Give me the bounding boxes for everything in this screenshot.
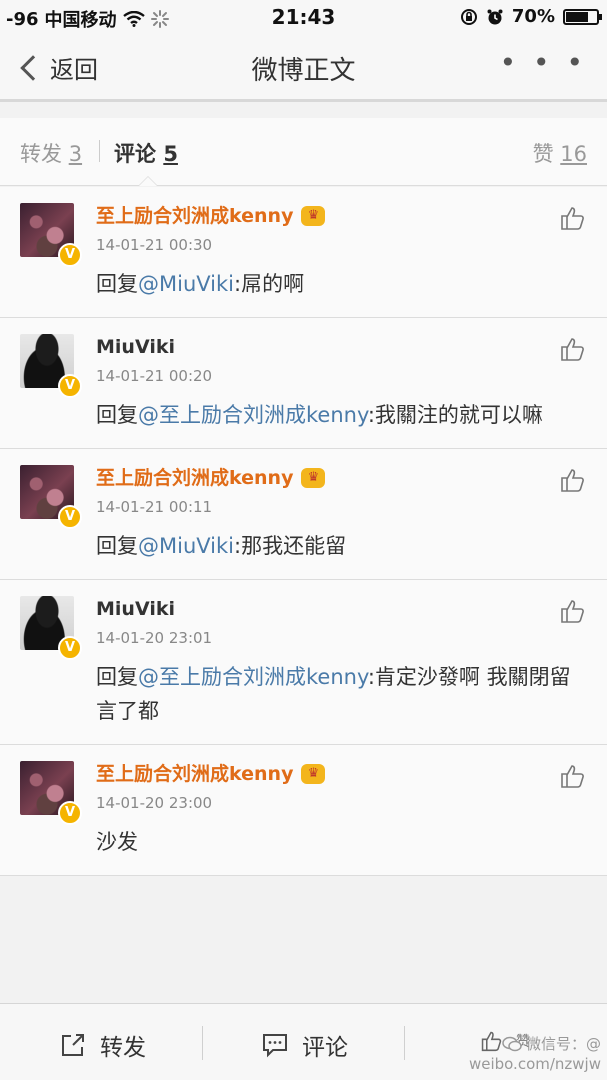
tab-comment[interactable]: 评论 5: [114, 138, 178, 168]
comment-timestamp: 14-01-20 23:00: [96, 794, 213, 812]
navigation-bar: 返回 微博正文 • • •: [0, 36, 607, 102]
thumbs-up-icon[interactable]: [559, 467, 585, 493]
tab-forward-count: 3: [68, 142, 83, 166]
avatar[interactable]: V: [20, 465, 82, 529]
tab-forward[interactable]: 转发 3: [20, 138, 82, 168]
comment-text: 沙发: [96, 825, 583, 859]
comment-author-name: MiuViki: [96, 336, 175, 358]
tab-comment-label: 评论: [114, 142, 156, 166]
mention-link[interactable]: @至上励合刘洲成kenny: [138, 665, 368, 689]
watermark: 微信号：@ weibo.com/nzwjw: [469, 1034, 601, 1074]
reply-prefix: 回复: [96, 665, 138, 689]
comment-author[interactable]: MiuViki: [96, 596, 607, 622]
vip-crown-icon: ♛: [301, 764, 326, 784]
wechat-icon: [502, 1036, 522, 1052]
comment-item[interactable]: V MiuViki 14-01-21 00:20 回复@至上励合刘洲成kenny:我關…: [0, 318, 607, 449]
comment-timestamp: 14-01-21 00:11: [96, 498, 213, 516]
reply-prefix: 回复: [96, 272, 138, 296]
post-tabs: 转发 3 评论 5 赞 16: [0, 118, 607, 186]
comment-timestamp: 14-01-20 23:01: [96, 629, 213, 647]
comment-author-name: 至上励合刘洲成kenny: [96, 205, 294, 227]
watermark-text-2: weibo.com/nzwjw: [468, 1055, 601, 1073]
watermark-text-1: 微信号：@: [525, 1035, 601, 1053]
comment-author-name: 至上励合刘洲成kenny: [96, 467, 294, 489]
comment-item[interactable]: V 至上励合刘洲成kenny ♛ 14-01-21 00:11 回复@MiuViki:那…: [0, 449, 607, 580]
avatar[interactable]: V: [20, 334, 82, 398]
forward-button[interactable]: 转发: [60, 1028, 146, 1062]
comment-author[interactable]: 至上励合刘洲成kenny ♛: [96, 203, 607, 229]
comment-text: 回复@至上励合刘洲成kenny:我關注的就可以嘛: [96, 398, 583, 432]
thumbs-up-icon[interactable]: [559, 205, 585, 231]
status-bar: -96 中国移动 21:43 70%: [0, 0, 607, 36]
toolbar-divider: [202, 1026, 203, 1060]
alarm-icon: [487, 9, 503, 24]
more-options-button[interactable]: • • •: [500, 46, 587, 79]
vip-crown-icon: ♛: [301, 206, 326, 226]
thumbs-up-icon[interactable]: [559, 598, 585, 624]
comment-timestamp: 14-01-21 00:30: [96, 236, 213, 254]
verified-badge-icon: V: [58, 505, 82, 529]
comment-button-label: 评论: [302, 1035, 348, 1061]
comment-icon: [263, 1034, 287, 1058]
reply-prefix: 回复: [96, 534, 138, 558]
tab-like-count: 16: [560, 142, 587, 166]
comment-body: 沙发: [96, 830, 138, 854]
comment-text: 回复@MiuViki:那我还能留: [96, 529, 583, 563]
battery-percent: 70%: [511, 6, 555, 27]
verified-badge-icon: V: [58, 374, 82, 398]
avatar[interactable]: V: [20, 761, 82, 825]
reply-prefix: 回复: [96, 403, 138, 427]
comment-item[interactable]: V 至上励合刘洲成kenny ♛ 14-01-20 23:00 沙发: [0, 745, 607, 876]
vip-crown-icon: ♛: [301, 468, 326, 488]
tab-like-label: 赞: [532, 142, 554, 166]
thumbs-up-icon[interactable]: [559, 336, 585, 362]
comment-author-name: MiuViki: [96, 598, 175, 620]
mention-link[interactable]: @至上励合刘洲成kenny: [138, 403, 368, 427]
mention-link[interactable]: @MiuViki: [138, 534, 234, 558]
avatar[interactable]: V: [20, 596, 82, 660]
comment-body: :那我还能留: [234, 534, 347, 558]
toolbar-divider: [404, 1026, 405, 1060]
battery-icon: [563, 8, 602, 25]
bottom-toolbar: 转发 评论 赞 微信号：@ weibo.com/nzwjw: [0, 1003, 607, 1080]
active-tab-indicator: [138, 176, 158, 186]
mention-link[interactable]: @MiuViki: [138, 272, 234, 296]
avatar[interactable]: V: [20, 203, 82, 267]
comment-text: 回复@MiuViki:屌的啊: [96, 267, 583, 301]
orientation-lock-icon: [460, 8, 477, 25]
comment-author[interactable]: 至上励合刘洲成kenny ♛: [96, 465, 607, 491]
watermark-line-1: 微信号：@: [469, 1034, 601, 1054]
comment-item[interactable]: V MiuViki 14-01-20 23:01 回复@至上励合刘洲成kenny:肯定…: [0, 580, 607, 745]
comment-author[interactable]: MiuViki: [96, 334, 607, 360]
comment-author-name: 至上励合刘洲成kenny: [96, 763, 294, 785]
tab-divider: [99, 140, 100, 162]
status-bar-right: 70%: [460, 6, 602, 27]
comment-item[interactable]: V 至上励合刘洲成kenny ♛ 14-01-21 00:30 回复@MiuViki:屌…: [0, 187, 607, 318]
verified-badge-icon: V: [58, 801, 82, 825]
comment-body: :屌的啊: [234, 272, 305, 296]
tab-forward-label: 转发: [20, 142, 62, 166]
comment-button[interactable]: 评论: [262, 1028, 348, 1062]
verified-badge-icon: V: [58, 243, 82, 267]
verified-badge-icon: V: [58, 636, 82, 660]
tab-like[interactable]: 赞 16: [533, 138, 587, 168]
forward-button-label: 转发: [100, 1035, 146, 1061]
comment-author[interactable]: 至上励合刘洲成kenny ♛: [96, 761, 607, 787]
comment-text: 回复@至上励合刘洲成kenny:肯定沙發啊 我關閉留言了都: [96, 660, 583, 728]
share-icon: [62, 1034, 84, 1056]
comment-list: V 至上励合刘洲成kenny ♛ 14-01-21 00:30 回复@MiuViki:屌…: [0, 187, 607, 876]
comment-body: :我關注的就可以嘛: [367, 403, 543, 427]
thumbs-up-icon[interactable]: [559, 763, 585, 789]
comment-timestamp: 14-01-21 00:20: [96, 367, 213, 385]
tab-comment-count: 5: [163, 142, 178, 166]
